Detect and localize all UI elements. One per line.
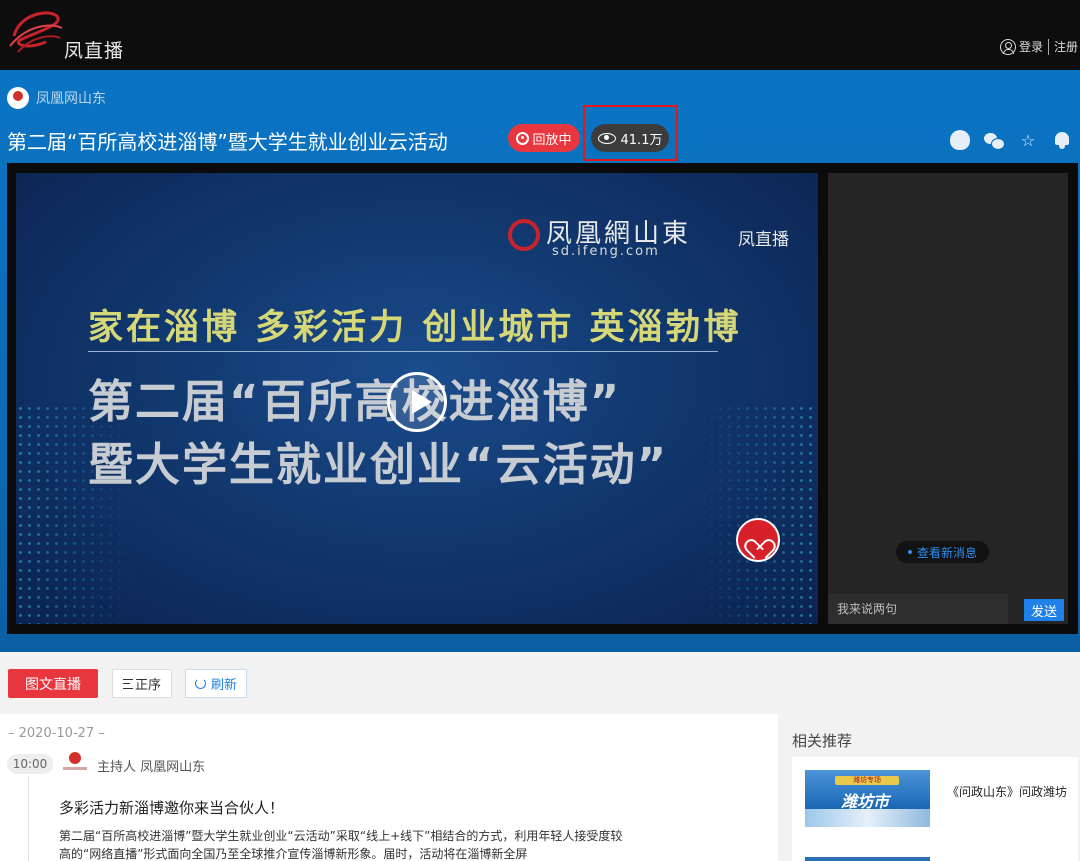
post-body: 第二届“百所高校进淄博”暨大学生就业创业“云活动”采取“线上+线下”相结合的方式…: [59, 829, 623, 861]
logo-swirl-icon: [9, 11, 63, 53]
refresh-icon: [194, 678, 206, 689]
feed-date: – 2020-10-27 –: [8, 726, 105, 741]
replay-status-badge: 回放中: [508, 124, 580, 152]
host-label: 主持人 凤凰网山东: [97, 760, 206, 775]
video-slogan: 家在淄博 多彩活力 创业城市 英淄勃博: [88, 308, 742, 348]
replay-status-label: 回放中: [532, 132, 572, 148]
live-feed: – 2020-10-27 – 10:00 主持人 凤凰网山东 多彩活力新淄博邀你…: [0, 714, 778, 861]
notification-bell-icon[interactable]: [1052, 130, 1072, 150]
dot-icon: [907, 550, 912, 554]
logo-text: 凤直播: [64, 40, 125, 62]
order-toggle-button[interactable]: 正序: [112, 669, 172, 698]
thumb-banner: 潍坊专场: [835, 776, 899, 785]
new-messages-label: 查看新消息: [916, 545, 977, 560]
chat-panel: 查看新消息 发送: [828, 173, 1068, 624]
host-avatar: [63, 752, 87, 774]
tab-text-live[interactable]: 图文直播: [8, 669, 98, 698]
related-title: 相关推荐: [792, 732, 853, 750]
highlight-annotation-box: [583, 105, 678, 161]
video-divider: [88, 351, 718, 352]
top-header: 凤直播 登录 注册: [0, 0, 1080, 70]
video-logo-url: sd.ifeng.com: [552, 244, 660, 259]
channel-name[interactable]: 凤凰网山东: [36, 88, 106, 108]
send-button[interactable]: 发送: [1024, 599, 1064, 621]
related-item-next-edge: [805, 857, 930, 861]
favorite-star-icon[interactable]: ☆: [1018, 130, 1038, 150]
user-icon: [999, 38, 1016, 55]
live-title: 第二届“百所高校进淄博”暨大学生就业创业云活动: [7, 130, 448, 154]
player-frame: 凤凰網山東 sd.ifeng.com 凤直播 家在淄博 多彩活力 创业城市 英淄…: [7, 163, 1078, 634]
login-link[interactable]: 登录: [1019, 38, 1043, 55]
refresh-button[interactable]: 刷新: [185, 669, 247, 698]
play-button[interactable]: [387, 372, 447, 432]
post-time: 10:00: [7, 754, 53, 774]
related-item-thumbnail[interactable]: 潍坊专场 潍坊市: [805, 770, 930, 827]
weibo-share-icon[interactable]: [950, 130, 970, 150]
related-item-title[interactable]: 《问政山东》问政潍坊: [947, 783, 1067, 800]
video-logo-fengzhibo: 凤直播: [738, 230, 789, 250]
auth-links: 登录 注册: [999, 38, 1078, 55]
decor-dots-right: [698, 404, 818, 624]
register-link[interactable]: 注册: [1054, 38, 1078, 55]
new-messages-button[interactable]: 查看新消息: [896, 541, 989, 563]
chat-input[interactable]: [828, 594, 1008, 624]
channel-avatar[interactable]: [7, 87, 29, 109]
related-item[interactable]: 潍坊专场 潍坊市 《问政山东》问政潍坊: [792, 757, 1078, 861]
timeline-line: [28, 776, 29, 861]
content-toolbar: 图文直播 正序 刷新: [0, 652, 1080, 714]
divider: [1047, 38, 1049, 55]
broadcast-icon: [516, 131, 530, 145]
thumb-skyline: [805, 809, 930, 827]
video-player[interactable]: 凤凰網山東 sd.ifeng.com 凤直播 家在淄博 多彩活力 创业城市 英淄…: [16, 173, 818, 624]
video-headline-line1: 第二届“百所高校进淄博”: [88, 375, 622, 428]
share-bar: ☆: [950, 130, 1072, 150]
channel-info[interactable]: 凤凰网山东: [7, 87, 106, 109]
sort-icon: [122, 678, 133, 689]
refresh-label: 刷新: [210, 678, 237, 693]
heart-icon: [748, 531, 768, 549]
order-label: 正序: [134, 678, 161, 693]
post-title: 多彩活力新淄博邀你来当合伙人！: [59, 799, 285, 817]
wechat-share-icon[interactable]: [984, 130, 1005, 150]
live-hero: 凤凰网山东 第二届“百所高校进淄博”暨大学生就业创业云活动 回放中 41.1万 …: [0, 70, 1080, 652]
site-logo[interactable]: 凤直播: [6, 6, 126, 64]
like-button[interactable]: [736, 518, 780, 562]
video-headline-line2: 暨大学生就业创业“云活动”: [88, 438, 669, 491]
ifeng-shandong-logo-icon: [508, 219, 540, 251]
